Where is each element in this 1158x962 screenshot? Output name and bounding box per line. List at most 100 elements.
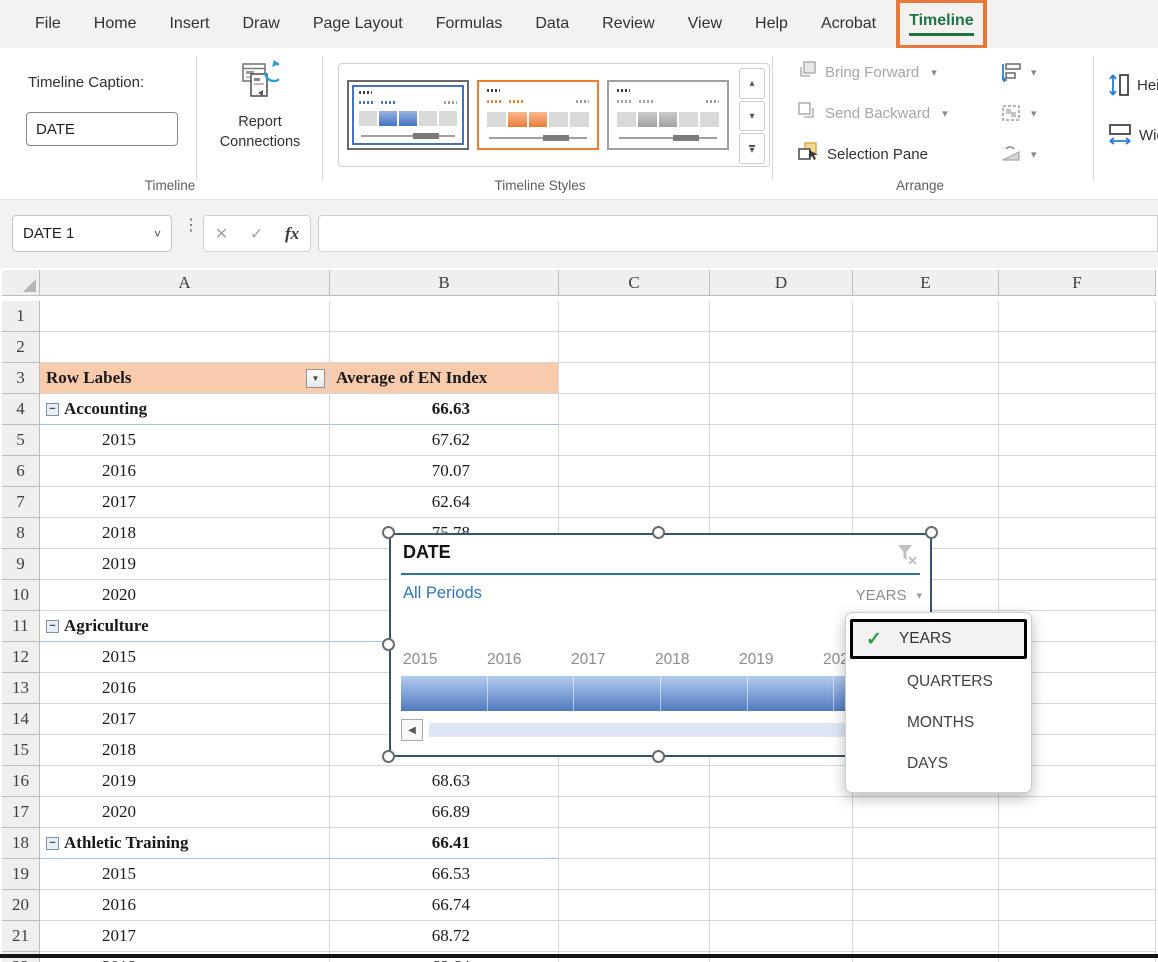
bring-forward-button[interactable]: Bring Forward ▾ [797,60,937,84]
cell-A1[interactable] [40,301,330,332]
tab-insert[interactable]: Insert [169,15,209,33]
send-backward-button[interactable]: Send Backward ▾ [797,101,948,125]
cell-F1[interactable] [999,301,1156,332]
cell-E3[interactable] [853,363,999,394]
name-box-chevron-icon[interactable]: ˅ [154,227,161,241]
cell-A4[interactable]: −Accounting [40,394,330,425]
cell-A7[interactable]: 2017 [40,487,330,518]
time-level-selector[interactable]: YEARS ▾ [856,587,922,604]
height-field[interactable]: Height [1108,72,1158,98]
cell-C7[interactable] [559,487,710,518]
resize-handle-0[interactable] [382,526,395,539]
resize-handle-5[interactable] [652,750,665,763]
cell-A13[interactable]: 2016 [40,673,330,704]
cell-A10[interactable]: 2020 [40,580,330,611]
column-header-c[interactable]: C [559,270,710,296]
cell-F20[interactable] [999,890,1156,921]
cell-D6[interactable] [710,456,853,487]
align-button[interactable]: ▾ [1000,62,1037,82]
cell-F2[interactable] [999,332,1156,363]
row-header-16[interactable]: 16 [2,766,40,797]
column-header-b[interactable]: B [330,270,559,296]
gallery-more-icon[interactable]: ▾ [739,133,765,164]
cell-A5[interactable]: 2015 [40,425,330,456]
formula-input[interactable] [318,215,1158,252]
row-header-8[interactable]: 8 [2,518,40,549]
cell-B21[interactable]: 68.72 [330,921,559,952]
cell-B17[interactable]: 66.89 [330,797,559,828]
cell-E17[interactable] [853,797,999,828]
cell-E19[interactable] [853,859,999,890]
cell-C6[interactable] [559,456,710,487]
cell-C16[interactable] [559,766,710,797]
bar-segment-2019[interactable] [748,676,835,711]
column-header-d[interactable]: D [710,270,853,296]
cell-A11[interactable]: −Agriculture [40,611,330,642]
cell-F18[interactable] [999,828,1156,859]
grid-select-all-corner[interactable] [2,270,40,296]
cell-B16[interactable]: 68.63 [330,766,559,797]
cell-D18[interactable] [710,828,853,859]
timeline-caption-input[interactable] [26,112,178,146]
cell-E20[interactable] [853,890,999,921]
row-header-11[interactable]: 11 [2,611,40,642]
cell-E18[interactable] [853,828,999,859]
cell-C1[interactable] [559,301,710,332]
cell-C19[interactable] [559,859,710,890]
cell-C4[interactable] [559,394,710,425]
cell-D19[interactable] [710,859,853,890]
cell-C2[interactable] [559,332,710,363]
cell-A21[interactable]: 2017 [40,921,330,952]
cell-F6[interactable] [999,456,1156,487]
cell-B1[interactable] [330,301,559,332]
cell-D17[interactable] [710,797,853,828]
bar-segment-2018[interactable] [661,676,748,711]
cell-B4[interactable]: 66.63 [330,394,559,425]
row-header-10[interactable]: 10 [2,580,40,611]
cell-F19[interactable] [999,859,1156,890]
dropdown-item-months[interactable]: MONTHS [846,702,1031,743]
cell-D2[interactable] [710,332,853,363]
cancel-icon[interactable]: ✕ [215,224,228,244]
timeline-style-blue[interactable] [347,80,469,150]
cell-A2[interactable] [40,332,330,363]
tab-file[interactable]: File [35,15,61,33]
tab-help[interactable]: Help [755,15,788,33]
selection-pane-button[interactable]: Selection Pane [797,142,928,166]
cell-B19[interactable]: 66.53 [330,859,559,890]
cell-A3[interactable]: Row Labels▼ [40,363,330,394]
cell-F4[interactable] [999,394,1156,425]
row-header-4[interactable]: 4 [2,394,40,425]
cell-E1[interactable] [853,301,999,332]
row-header-18[interactable]: 18 [2,828,40,859]
cell-A12[interactable]: 2015 [40,642,330,673]
cell-F10[interactable] [999,580,1156,611]
resize-handle-3[interactable] [382,638,395,651]
column-header-e[interactable]: E [853,270,999,296]
tab-page-layout[interactable]: Page Layout [313,15,403,33]
tab-formulas[interactable]: Formulas [436,15,503,33]
cell-C3[interactable] [559,363,710,394]
insert-function-icon[interactable]: fx [285,224,299,244]
timeline-selection-bar[interactable] [401,676,920,711]
row-header-12[interactable]: 12 [2,642,40,673]
group-objects-button[interactable]: ▾ [1000,103,1037,123]
cell-E6[interactable] [853,456,999,487]
cell-A18[interactable]: −Athletic Training [40,828,330,859]
row-header-19[interactable]: 19 [2,859,40,890]
cell-E2[interactable] [853,332,999,363]
cell-F17[interactable] [999,797,1156,828]
cell-D20[interactable] [710,890,853,921]
cell-D3[interactable] [710,363,853,394]
cell-D1[interactable] [710,301,853,332]
row-header-13[interactable]: 13 [2,673,40,704]
cell-F5[interactable] [999,425,1156,456]
gallery-scroll-up-icon[interactable]: ▴ [739,68,765,99]
column-header-a[interactable]: A [40,270,330,296]
dropdown-item-days[interactable]: DAYS [846,743,1031,784]
tab-home[interactable]: Home [94,15,137,33]
row-header-21[interactable]: 21 [2,921,40,952]
slicer-period-label[interactable]: All Periods [403,584,482,603]
cell-F21[interactable] [999,921,1156,952]
resize-handle-1[interactable] [652,526,665,539]
